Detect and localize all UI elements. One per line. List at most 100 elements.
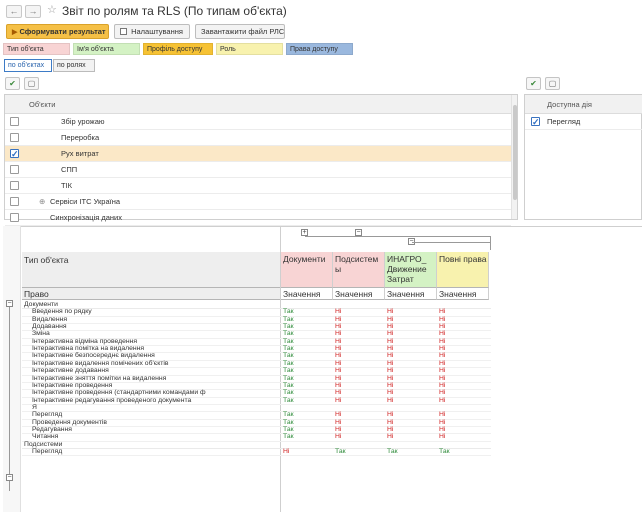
value-cell: Так	[283, 396, 294, 404]
right-name: Перегляд	[32, 448, 63, 455]
forward-button[interactable]: →	[25, 5, 41, 18]
generate-report-button[interactable]: ▶ Сформувати результат	[6, 24, 109, 39]
value-cell: Ні	[439, 367, 446, 375]
right-name: Інтерактивне проведення	[32, 381, 113, 389]
right-name: Читання	[32, 433, 59, 441]
favorite-star-icon[interactable]: ☆	[47, 4, 57, 16]
object-row[interactable]: Переробка	[5, 130, 511, 146]
object-checkbox[interactable]	[10, 213, 19, 222]
value-cell: Ні	[439, 308, 446, 316]
load-rls-file-button[interactable]: Завантажити файл РЛС	[195, 24, 285, 39]
group-subsystems-collapse-icon[interactable]: −	[6, 474, 13, 481]
right-name: Зміна	[32, 330, 50, 338]
object-row[interactable]: Рух витрат	[5, 146, 511, 162]
value-cell: Ні	[439, 374, 446, 382]
value-cell: Так	[283, 330, 294, 338]
value-cell: Ні	[439, 433, 446, 441]
value-cell: Так	[283, 345, 294, 353]
column-group-expand-icon[interactable]: +	[301, 229, 308, 236]
value-cell: Ні	[335, 315, 342, 323]
value-cell: Ні	[387, 315, 394, 323]
value-header: Значення	[333, 288, 385, 300]
value-cell: Ні	[335, 411, 342, 419]
right-name: Додавання	[32, 323, 67, 331]
right-name: Інтерактивне зняття помітки на видалення	[32, 374, 167, 382]
back-button[interactable]: ←	[6, 5, 22, 18]
access-check-all-icon[interactable]: ✔	[526, 77, 541, 90]
check-all-icon[interactable]: ✔	[5, 77, 20, 90]
column-header: ИНАГРО_ Движение Затрат	[385, 252, 437, 288]
object-type-header: Тип об'єкта	[24, 255, 69, 265]
object-row[interactable]: ТІК	[5, 178, 511, 194]
legend-access-rights: Права доступу	[286, 43, 353, 55]
settings-button[interactable]: Налаштування	[114, 24, 190, 39]
value-cell: Ні	[387, 389, 394, 397]
legend-access-profile: Профіль доступу	[143, 43, 213, 55]
value-cell: Ні	[335, 330, 342, 338]
play-icon: ▶	[12, 29, 18, 36]
object-label: Збір урожаю	[61, 117, 105, 126]
value-cell: Так	[283, 425, 294, 433]
object-checkbox[interactable]	[10, 181, 19, 190]
object-checkbox[interactable]	[10, 117, 19, 126]
right-name: Перегляд	[32, 411, 63, 419]
object-label: ТІК	[61, 181, 73, 190]
value-cell: Ні	[439, 418, 446, 426]
access-label: Перегляд	[547, 117, 581, 126]
access-row[interactable]: Перегляд	[525, 114, 642, 130]
value-cell: Ні	[335, 433, 342, 441]
group-documents-collapse-icon[interactable]: −	[6, 300, 13, 307]
value-cell: Так	[439, 448, 450, 455]
access-table: Доступна дія Перегляд	[524, 94, 642, 220]
uncheck-all-icon[interactable]: ▢	[24, 77, 39, 90]
row-header-right: Право	[22, 288, 280, 300]
objects-scroll-thumb[interactable]	[513, 105, 517, 200]
value-cell: Ні	[439, 315, 446, 323]
column-group-collapse-icon-1[interactable]: −	[355, 229, 362, 236]
value-cell: Так	[283, 323, 294, 331]
value-cell: Так	[283, 433, 294, 441]
legend-object-name: Ім'я об'єкта	[73, 43, 140, 55]
value-cell: Так	[283, 352, 294, 360]
value-cell: Так	[283, 389, 294, 397]
value-cell: Так	[283, 418, 294, 426]
access-table-header: Доступна дія	[525, 95, 642, 114]
value-cell: Ні	[439, 352, 446, 360]
right-name: Видалення	[32, 315, 68, 323]
right-name: Проведення документів	[32, 418, 107, 426]
value-cell: Так	[283, 337, 294, 345]
right-name: Інтерактивне видалення помічених об'єкті…	[32, 359, 169, 367]
value-cell: Ні	[335, 308, 342, 316]
objects-column-header: Об'єкти	[29, 100, 56, 109]
value-cell: Ні	[439, 396, 446, 404]
value-cell: Так	[283, 411, 294, 419]
column-title: Повні права	[439, 254, 487, 264]
object-row[interactable]: ⊕ Сервіси ІТС Україна	[5, 194, 511, 210]
object-checkbox[interactable]	[10, 133, 19, 142]
objects-scrollbar[interactable]	[511, 95, 517, 219]
object-row[interactable]: Збір урожаю	[5, 114, 511, 130]
value-cell: Ні	[387, 418, 394, 426]
value-cell: Ні	[387, 308, 394, 316]
settings-icon	[120, 28, 127, 35]
access-uncheck-all-icon[interactable]: ▢	[545, 77, 560, 90]
objects-table: Об'єкти Збір урожаю Переробка Рух витрат СП…	[4, 94, 518, 226]
column-header: Повні права	[437, 252, 489, 288]
value-cell: Ні	[335, 418, 342, 426]
access-checkbox[interactable]	[531, 115, 540, 130]
object-row[interactable]: Синхронізація даних	[5, 210, 511, 226]
object-checkbox[interactable]	[10, 165, 19, 174]
value-cell: Так	[283, 359, 294, 367]
page-title: Звіт по ролям та RLS (По типам об'єкта)	[62, 4, 287, 18]
by-roles-toggle[interactable]: по ролях	[53, 59, 95, 72]
by-objects-toggle[interactable]: по об'єктах	[4, 59, 52, 72]
object-checkbox[interactable]	[10, 197, 19, 206]
right-name: Я	[32, 403, 37, 411]
expand-icon[interactable]: ⊕	[39, 194, 45, 209]
object-checkbox[interactable]	[10, 147, 19, 162]
value-cell: Ні	[387, 330, 394, 338]
object-label: Синхронізація даних	[50, 213, 122, 222]
right-name: Інтерактивне редагування проведеного док…	[32, 396, 192, 404]
right-name: Інтерактивна відміна проведення	[32, 337, 138, 345]
object-row[interactable]: СПП	[5, 162, 511, 178]
